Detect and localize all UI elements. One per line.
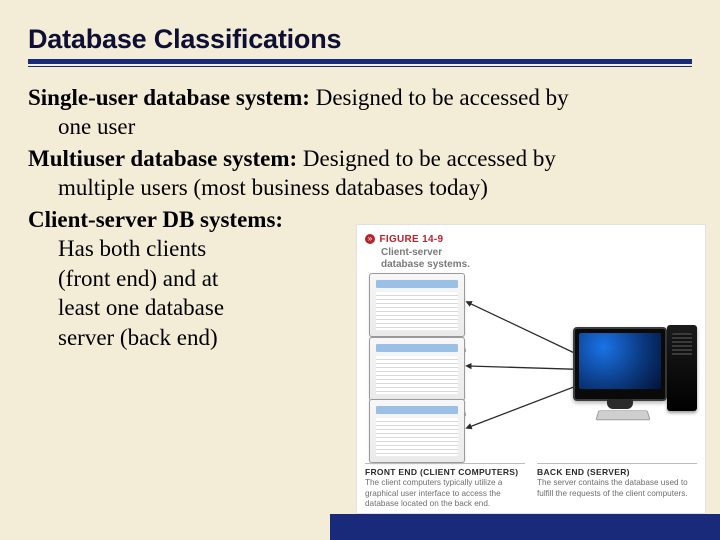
caption-front-end: FRONT END (CLIENT COMPUTERS) The client … (365, 463, 525, 509)
server-monitor-icon (573, 327, 667, 401)
term-label: Multiuser database system: (28, 146, 297, 171)
slide-root: Database Classifications Single-user dat… (0, 0, 720, 540)
figure-client-server: » FIGURE 14-9 Client-server database sys… (356, 224, 706, 514)
term-desc-inline: Designed to be accessed by (297, 146, 556, 171)
figure-subtitle: Client-server database systems. (381, 247, 470, 271)
caption-body: The server contains the database used to… (537, 478, 697, 499)
figure-number: FIGURE 14-9 (379, 234, 443, 245)
caption-title: FRONT END (CLIENT COMPUTERS) (365, 463, 525, 477)
figure-subtitle-l1: Client-server (381, 247, 442, 258)
entry-multiuser: Multiuser database system: Designed to b… (28, 144, 686, 203)
title-block: Database Classifications (0, 0, 720, 67)
keyboard-icon (595, 410, 650, 420)
term-desc-cont: multiple users (most business databases … (28, 173, 686, 202)
client-monitor-icon (369, 399, 465, 463)
caption-body: The client computers typically utilize a… (365, 478, 525, 509)
term-desc-inline: Designed to be accessed by (310, 85, 569, 110)
figure-captions: FRONT END (CLIENT COMPUTERS) The client … (365, 463, 697, 509)
entry-single-user: Single-user database system: Designed to… (28, 83, 686, 142)
term-desc-cont: one user (28, 112, 686, 141)
term-label: Client-server DB systems: (28, 207, 283, 232)
caption-title: BACK END (SERVER) (537, 463, 697, 477)
figure-bullet-icon: » (365, 234, 375, 244)
figure-header: » FIGURE 14-9 Client-server database sys… (365, 229, 470, 271)
caption-back-end: BACK END (SERVER) The server contains th… (537, 463, 697, 509)
term-label: Single-user database system: (28, 85, 310, 110)
footer-accent-bar (330, 514, 720, 540)
client-monitor-icon (369, 337, 465, 401)
figure-canvas (361, 269, 701, 461)
server-tower-icon (667, 325, 697, 411)
slide-title: Database Classifications (28, 24, 692, 55)
client-monitor-icon (369, 273, 465, 337)
title-underline (28, 59, 692, 67)
